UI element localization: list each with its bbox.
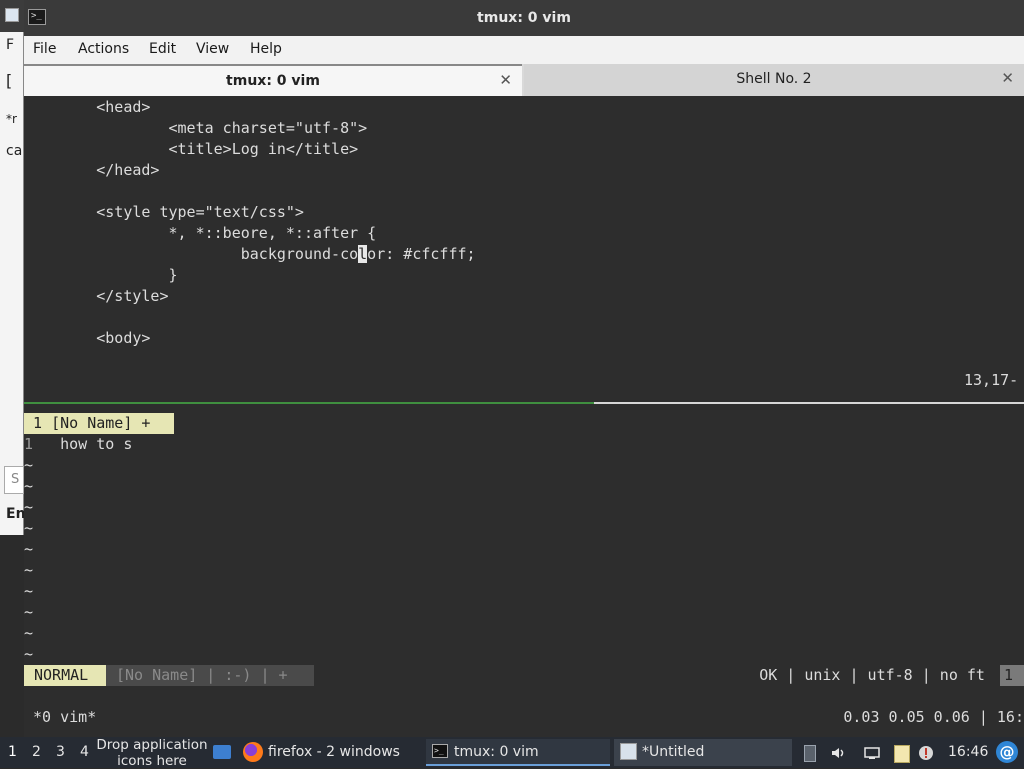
volume-icon[interactable]: [830, 745, 846, 761]
code-line: *, *::beore, *::after {: [24, 224, 377, 242]
task-label: *Untitled: [642, 744, 705, 760]
task-label: firefox - 2 windows: [268, 744, 400, 760]
terminal-window: >_ tmux: 0 vim File Actions Edit View He…: [24, 0, 1024, 737]
text-editor-icon: [5, 8, 19, 22]
tilde-line: ~: [24, 498, 34, 516]
tab-label: tmux: 0 vim: [226, 73, 320, 89]
task-label: tmux: 0 vim: [454, 744, 539, 760]
tilde-line: ~: [24, 624, 34, 642]
workspace-4[interactable]: 4: [80, 744, 89, 760]
tilde-line: ~: [24, 561, 34, 579]
background-window: F [ *r ca S En: [0, 0, 26, 535]
menu-actions[interactable]: Actions: [78, 41, 129, 57]
quicklaunch-drop-area[interactable]: Drop application icons here: [96, 737, 208, 769]
tilde-line: ~: [24, 540, 34, 558]
statusline-filename: [No Name] | :-) | +: [106, 665, 314, 686]
network-icon[interactable]: [864, 745, 880, 761]
battery-icon[interactable]: [804, 745, 816, 762]
tilde-line: ~: [24, 582, 34, 600]
close-icon[interactable]: ✕: [1001, 69, 1014, 87]
code-line: </style>: [24, 287, 169, 305]
line-text: how to s: [33, 435, 133, 453]
workspace-1[interactable]: 1: [8, 744, 17, 760]
clock[interactable]: 16:46: [948, 744, 988, 760]
vim-statusline: NORMAL [No Name] | :-) | + OK | unix | u…: [24, 665, 1024, 686]
background-tab-fragment[interactable]: *r: [6, 112, 17, 126]
background-search-field[interactable]: S: [4, 466, 24, 494]
code-after-cursor: or: #cfcfff;: [367, 245, 476, 263]
mode-indicator: NORMAL: [24, 665, 106, 686]
vim-line-1: 1 how to s: [24, 434, 132, 455]
tab-tmux-vim[interactable]: tmux: 0 vim ✕: [24, 64, 522, 96]
background-text-fragment: ca: [6, 143, 23, 159]
code-line: </head>: [24, 161, 160, 179]
line-number: 1: [24, 435, 34, 453]
menu-edit[interactable]: Edit: [149, 41, 176, 57]
background-menu-fragment[interactable]: F: [6, 37, 14, 53]
menu-help[interactable]: Help: [250, 41, 282, 57]
code-line: <body>: [24, 329, 151, 347]
menu-view[interactable]: View: [196, 41, 229, 57]
tilde-line: ~: [24, 519, 34, 537]
code-line-cursor: background-color: #cfcfff;: [24, 244, 476, 265]
cursor-position: 13,17-: [964, 371, 1019, 389]
clipboard-icon[interactable]: [894, 745, 910, 763]
close-icon[interactable]: ✕: [499, 71, 512, 89]
tilde-line: ~: [24, 645, 34, 663]
tab-label: Shell No. 2: [736, 71, 812, 87]
statusline-end: 1: [1000, 665, 1024, 686]
code-line: <style type="text/css">: [24, 203, 304, 221]
tmux-load-clock: 0.03 0.05 0.06 | 16:: [843, 708, 1024, 726]
background-bold-fragment: En: [6, 506, 26, 522]
terminal-icon: >_: [432, 744, 448, 758]
code-line: }: [24, 266, 178, 284]
task-firefox[interactable]: firefox - 2 windows: [241, 739, 421, 766]
tilde-line: ~: [24, 603, 34, 621]
task-untitled[interactable]: *Untitled: [614, 739, 792, 766]
pane-separator[interactable]: [594, 402, 1024, 404]
code-before-cursor: background-co: [24, 245, 359, 263]
code-line: <head>: [24, 98, 151, 116]
statusline-info: OK | unix | utf-8 | no ft: [759, 666, 994, 684]
background-toolbar-fragment[interactable]: [: [6, 71, 12, 90]
tilde-line: ~: [24, 456, 34, 474]
tilde-line: ~: [24, 477, 34, 495]
vim-tabline[interactable]: 1 [No Name] +: [24, 413, 174, 434]
workspace-3[interactable]: 3: [56, 744, 65, 760]
pane-separator-active[interactable]: [24, 402, 594, 404]
window-title: tmux: 0 vim: [477, 10, 571, 26]
code-line: <meta charset="utf-8">: [24, 119, 368, 137]
terminal-content[interactable]: <head> <meta charset="utf-8"> <title>Log…: [24, 97, 1024, 737]
notification-icon[interactable]: [918, 745, 934, 761]
menubar: File Actions Edit View Help: [24, 36, 1024, 64]
text-editor-icon: [620, 743, 637, 760]
window-titlebar[interactable]: >_ tmux: 0 vim: [24, 0, 1024, 36]
menu-file[interactable]: File: [33, 41, 56, 57]
text-cursor: l: [358, 245, 368, 263]
workspace-2[interactable]: 2: [32, 744, 41, 760]
tab-bar: tmux: 0 vim ✕ Shell No. 2 ✕: [24, 64, 1024, 96]
code-line: <title>Log in</title>: [24, 140, 359, 158]
show-desktop-icon[interactable]: [213, 745, 231, 759]
debian-logo-icon[interactable]: @: [996, 741, 1018, 763]
task-tmux[interactable]: >_ tmux: 0 vim: [426, 739, 610, 766]
firefox-icon: [243, 742, 263, 762]
taskbar: 1 2 3 4 Drop application icons here fire…: [0, 737, 1024, 769]
tab-shell-2[interactable]: Shell No. 2 ✕: [524, 64, 1024, 96]
background-window-titlebar: [0, 0, 24, 32]
